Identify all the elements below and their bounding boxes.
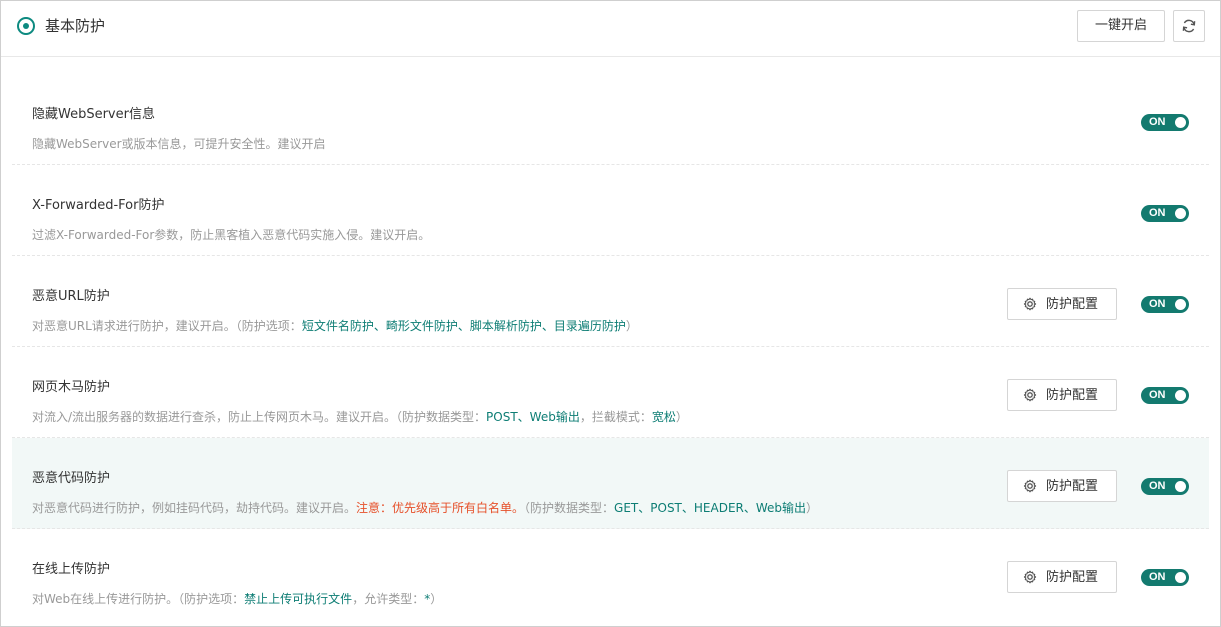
- description-highlight: 注意：优先级高于所有白名单。: [356, 501, 525, 515]
- protection-row: X-Forwarded-For防护过滤X-Forwarded-For参数，防止黑…: [12, 165, 1209, 256]
- config-label: 防护配置: [1046, 296, 1099, 311]
- description-highlight: 宽松: [651, 410, 676, 424]
- description-text: 对恶意URL请求进行防护，建议开启。（防护选项：: [32, 319, 302, 333]
- config-label: 防护配置: [1046, 478, 1099, 493]
- description-text: 对流入/流出服务器的数据进行查杀，防止上传网页木马。建议开启。（防护数据类型：: [32, 410, 487, 424]
- gear-icon: [1023, 388, 1037, 402]
- toggle-state-label: ON: [1149, 116, 1166, 128]
- row-description: 对Web在线上传进行防护。（防护选项：禁止上传可执行文件，允许类型：*）: [32, 591, 442, 607]
- toggle-knob: [1175, 208, 1186, 219]
- gear-icon: [1023, 570, 1037, 584]
- target-icon: [17, 17, 35, 35]
- description-text: ，拦截模式：: [579, 410, 652, 424]
- toggle-knob: [1175, 299, 1186, 310]
- description-highlight: 禁止上传可执行文件: [244, 592, 353, 606]
- page-title: 基本防护: [45, 17, 106, 35]
- protection-config-button[interactable]: 防护配置: [1007, 470, 1117, 502]
- description-text: ）: [806, 501, 819, 515]
- description-text: 对恶意代码进行防护，例如挂码代码，劫持代码。建议开启。: [32, 501, 357, 515]
- description-text: ）: [675, 410, 688, 424]
- description-text: 过滤X-Forwarded-For参数，防止黑客植入恶意代码实施入侵。建议开启。: [32, 228, 431, 242]
- description-highlight: POST、Web输出: [486, 410, 580, 424]
- toggle-state-label: ON: [1149, 571, 1166, 583]
- row-title: 恶意URL防护: [32, 289, 110, 304]
- protection-config-button[interactable]: 防护配置: [1007, 288, 1117, 320]
- toggle-state-label: ON: [1149, 389, 1166, 401]
- panel-header: 基本防护 一键开启: [1, 1, 1220, 57]
- row-title: 恶意代码防护: [32, 471, 111, 486]
- protection-toggle[interactable]: ON: [1141, 478, 1189, 495]
- row-description: 对恶意代码进行防护，例如挂码代码，劫持代码。建议开启。注意：优先级高于所有白名单…: [32, 500, 818, 516]
- description-text: （防护数据类型：: [524, 501, 615, 515]
- row-description: 对恶意URL请求进行防护，建议开启。（防护选项：短文件名防护、畸形文件防护、脚本…: [32, 318, 638, 334]
- toggle-knob: [1175, 481, 1186, 492]
- gear-icon: [1023, 297, 1037, 311]
- description-text: ）: [430, 592, 443, 606]
- protection-row: 隐藏WebServer信息隐藏WebServer或版本信息，可提升安全性。建议开…: [12, 74, 1209, 165]
- toggle-state-label: ON: [1149, 480, 1166, 492]
- refresh-icon: [1182, 19, 1196, 33]
- protection-toggle[interactable]: ON: [1141, 387, 1189, 404]
- protection-toggle[interactable]: ON: [1141, 569, 1189, 586]
- description-highlight: 短文件名防护、畸形文件防护、脚本解析防护、目录遍历防护: [301, 319, 626, 333]
- toggle-knob: [1175, 117, 1186, 128]
- description-text: ，允许类型：: [352, 592, 425, 606]
- protection-row: 在线上传防护对Web在线上传进行防护。（防护选项：禁止上传可执行文件，允许类型：…: [12, 529, 1209, 620]
- toggle-state-label: ON: [1149, 298, 1166, 310]
- description-text: 对Web在线上传进行防护。（防护选项：: [32, 592, 245, 606]
- row-title: 网页木马防护: [32, 380, 111, 395]
- protection-toggle[interactable]: ON: [1141, 205, 1189, 222]
- description-highlight: GET、POST、HEADER、Web输出: [614, 501, 807, 515]
- toggle-knob: [1175, 390, 1186, 401]
- protection-config-button[interactable]: 防护配置: [1007, 379, 1117, 411]
- description-text: ）: [625, 319, 638, 333]
- protection-row: 恶意URL防护对恶意URL请求进行防护，建议开启。（防护选项：短文件名防护、畸形…: [12, 256, 1209, 347]
- row-description: 过滤X-Forwarded-For参数，防止黑客植入恶意代码实施入侵。建议开启。: [32, 227, 430, 243]
- config-label: 防护配置: [1046, 569, 1099, 584]
- toggle-knob: [1175, 572, 1186, 583]
- toggle-state-label: ON: [1149, 207, 1166, 219]
- protection-row: 网页木马防护对流入/流出服务器的数据进行查杀，防止上传网页木马。建议开启。（防护…: [12, 347, 1209, 438]
- row-title: 隐藏WebServer信息: [32, 107, 155, 122]
- description-text: 隐藏WebServer或版本信息，可提升安全性。建议开启: [32, 137, 326, 151]
- refresh-button[interactable]: [1173, 10, 1205, 42]
- row-title: 在线上传防护: [32, 562, 111, 577]
- row-description: 对流入/流出服务器的数据进行查杀，防止上传网页木马。建议开启。（防护数据类型：P…: [32, 409, 688, 425]
- protection-config-button[interactable]: 防护配置: [1007, 561, 1117, 593]
- protection-toggle[interactable]: ON: [1141, 296, 1189, 313]
- row-description: 隐藏WebServer或版本信息，可提升安全性。建议开启: [32, 136, 326, 152]
- config-label: 防护配置: [1046, 387, 1099, 402]
- protection-row: 恶意代码防护对恶意代码进行防护，例如挂码代码，劫持代码。建议开启。注意：优先级高…: [12, 438, 1209, 529]
- row-title: X-Forwarded-For防护: [32, 198, 165, 213]
- enable-all-button[interactable]: 一键开启: [1077, 10, 1165, 42]
- protection-toggle[interactable]: ON: [1141, 114, 1189, 131]
- basic-protection-panel: 基本防护 一键开启 隐藏WebServer信息隐藏WebServer或版本信息，…: [0, 0, 1221, 627]
- gear-icon: [1023, 479, 1037, 493]
